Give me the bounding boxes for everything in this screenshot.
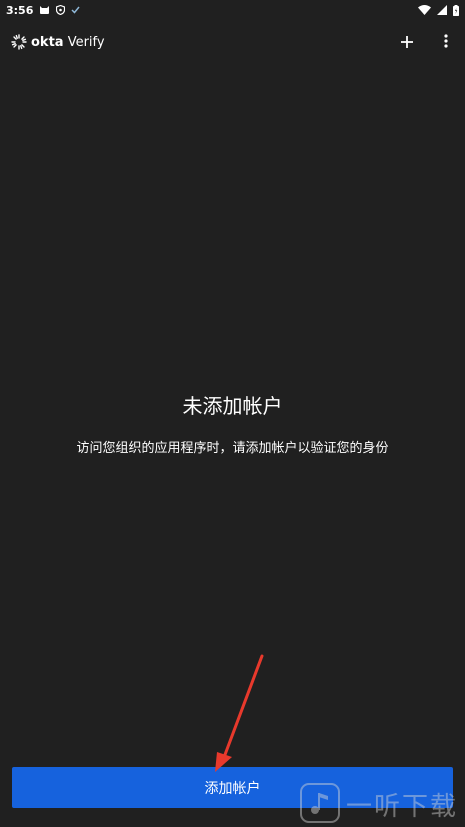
add-button[interactable] bbox=[396, 31, 418, 53]
more-options-button[interactable] bbox=[436, 31, 456, 53]
more-vert-icon bbox=[444, 33, 448, 52]
watermark: 一听下载 bbox=[300, 782, 465, 827]
battery-icon bbox=[453, 4, 459, 16]
app-title: okta Verify bbox=[31, 35, 105, 50]
empty-state-description: 访问您组织的应用程序时，请添加帐户以验证您的身份 bbox=[76, 441, 389, 456]
app-bar: okta Verify bbox=[0, 30, 465, 56]
status-time: 3:56 bbox=[6, 3, 34, 17]
status-right bbox=[418, 4, 459, 16]
empty-state-title: 未添加帐户 bbox=[182, 394, 283, 418]
plus-icon bbox=[401, 33, 413, 52]
check-icon bbox=[71, 6, 80, 14]
shield-icon bbox=[56, 5, 66, 15]
wifi-icon bbox=[418, 5, 431, 15]
signal-icon bbox=[437, 5, 447, 15]
cat-icon bbox=[39, 5, 50, 15]
app-screen: 3:56 okta Verify 未添加帐户 访问您组织的应用程序时，请添加帐户… bbox=[0, 0, 465, 827]
watermark-text: 一听下载 bbox=[346, 792, 459, 822]
app-title-bold: okta bbox=[31, 34, 64, 50]
okta-sunburst-icon bbox=[11, 34, 27, 50]
status-bar: 3:56 bbox=[0, 0, 465, 20]
okta-verify-logo: okta Verify bbox=[11, 34, 105, 50]
watermark-logo-icon bbox=[300, 782, 340, 827]
app-title-rest: Verify bbox=[63, 34, 105, 50]
status-left: 3:56 bbox=[6, 4, 80, 17]
